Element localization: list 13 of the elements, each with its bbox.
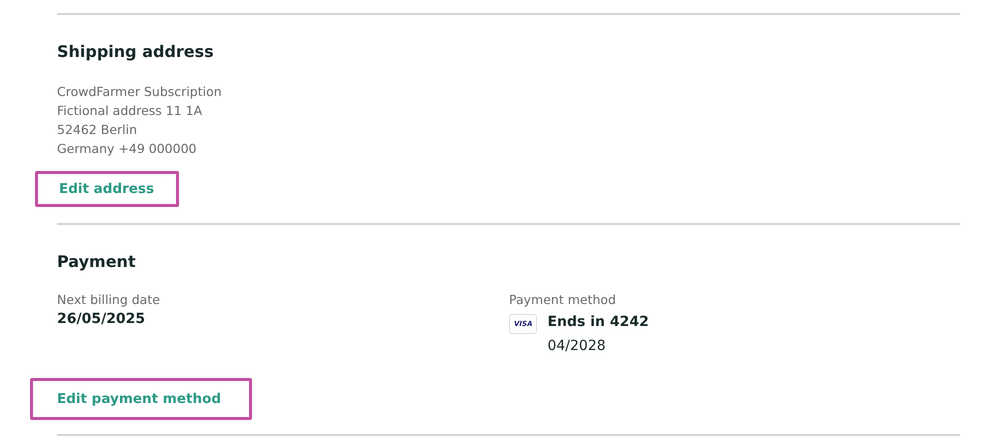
address-line: Fictional address 11 1A (57, 102, 204, 120)
card-ending: Ends in 4242 (547, 313, 649, 332)
address-line: CrowdFarmer Subscription (57, 83, 223, 101)
billing-date: 26/05/2025 (57, 310, 146, 329)
address-line: Germany +49 000000 (57, 140, 198, 158)
card-expiry: 04/2028 (547, 338, 607, 354)
field-label: Payment method (509, 291, 617, 309)
edit-payment-button[interactable]: Edit payment method (30, 378, 252, 420)
section-title: Shipping address (57, 42, 215, 61)
address-line: 52462 Berlin (57, 121, 138, 139)
edit-address-button[interactable]: Edit address (35, 171, 179, 207)
section-title: Payment (57, 252, 137, 271)
field-label: Next billing date (57, 291, 161, 309)
